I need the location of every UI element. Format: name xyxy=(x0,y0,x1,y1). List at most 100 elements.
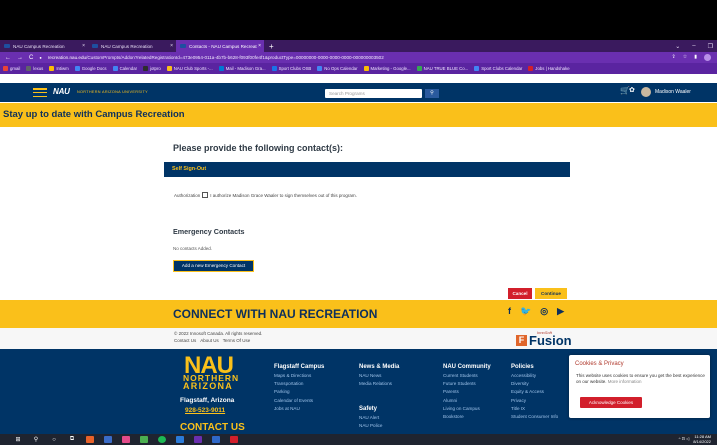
forward-icon[interactable]: → xyxy=(17,55,23,61)
footer-link[interactable]: NAU Alert xyxy=(359,414,383,422)
footer-link[interactable]: Bookstore xyxy=(443,413,491,421)
bookmark-item[interactable]: Google Docs xyxy=(74,66,107,71)
banner-title: Stay up to date with Campus Recreation xyxy=(3,109,185,120)
contact-us-link[interactable]: Contact Us xyxy=(174,338,196,343)
sidebar-icon[interactable]: ▮ xyxy=(694,54,697,61)
tray-clock[interactable]: 11:28 AM 8/14/2022 xyxy=(693,434,711,444)
search-icon[interactable]: ⚲ xyxy=(425,89,439,98)
maximize-icon[interactable]: ❐ xyxy=(708,43,713,50)
search-icon[interactable]: ⚲ xyxy=(32,436,40,443)
bookmark-icon xyxy=(49,66,55,71)
bookmark-item[interactable]: Marketing - Google... xyxy=(363,66,411,71)
share-icon[interactable]: ⇪ xyxy=(672,54,676,61)
chrome-icon[interactable] xyxy=(194,436,202,443)
footer-link[interactable]: Calendar of Events xyxy=(274,397,324,405)
user-avatar[interactable] xyxy=(641,87,651,97)
footer-link[interactable]: Title IX xyxy=(511,405,558,413)
footer-link[interactable]: Equity & Access xyxy=(511,388,558,396)
bookmark-star-icon[interactable]: ☆ xyxy=(683,54,687,61)
footer-link[interactable]: Privacy xyxy=(511,397,558,405)
bookmark-item[interactable]: Jobs | Handshake xyxy=(528,66,570,71)
continue-button[interactable]: Continue xyxy=(535,288,567,299)
browser-tab[interactable]: NAU Campus Recreation × xyxy=(0,40,88,52)
notification-icon[interactable]: ✿ xyxy=(629,86,635,94)
close-tab-icon[interactable]: × xyxy=(258,43,261,49)
bookmark-icon xyxy=(26,66,32,71)
windows-start-icon[interactable]: ⊞ xyxy=(14,436,22,443)
app-icon[interactable] xyxy=(86,436,94,443)
app-icon[interactable] xyxy=(230,436,238,443)
footer-link[interactable]: Parents xyxy=(443,388,491,396)
browser-tab-active[interactable]: Contacts - NAU Campus Recreat × xyxy=(176,40,264,52)
footer-link[interactable]: NAU News xyxy=(359,372,399,380)
instagram-icon[interactable]: ◎ xyxy=(540,306,548,317)
bookmark-icon xyxy=(166,66,172,71)
footer-contact-us[interactable]: CONTACT US xyxy=(180,422,245,433)
cortana-icon[interactable]: ○ xyxy=(50,437,58,443)
nau-favicon-icon xyxy=(92,44,98,48)
hamburger-menu-icon[interactable] xyxy=(33,88,47,98)
profile-avatar[interactable] xyxy=(704,54,711,61)
bookmark-item[interactable]: Intiwm xyxy=(49,66,69,71)
footer-link[interactable]: Accessibility xyxy=(511,372,558,380)
tab-search-icon[interactable]: ⌄ xyxy=(675,43,680,50)
reload-icon[interactable]: C xyxy=(29,55,33,61)
footer-link[interactable]: Student Consumer Info xyxy=(511,413,558,421)
user-name[interactable]: Madison Waaler xyxy=(655,89,691,95)
footer-link[interactable]: Jobs at NAU xyxy=(274,405,324,413)
bookmark-icon xyxy=(112,66,118,71)
footer-phone[interactable]: 928-523-9011 xyxy=(185,407,225,414)
url-field[interactable]: recreation.nau.edu/CustomPrompts/Addon?r… xyxy=(48,55,518,60)
bookmark-item[interactable]: Mail - Madison Gra... xyxy=(218,66,266,71)
new-tab-button[interactable]: + xyxy=(264,42,279,51)
footer-links: Contact Us About Us Terms Of Use xyxy=(174,338,250,343)
bookmark-item[interactable]: Sport Clubs OSB xyxy=(271,66,311,71)
bookmark-item[interactable]: No Ops Calendar xyxy=(317,66,358,71)
cookie-title: Cookies & Privacy xyxy=(575,361,624,367)
about-us-link[interactable]: About Us xyxy=(200,338,219,343)
spotify-icon[interactable] xyxy=(158,436,166,443)
app-icon[interactable] xyxy=(140,436,148,443)
bookmark-item[interactable]: NAU Club Sports -... xyxy=(166,66,213,71)
footer-link[interactable]: Transportation xyxy=(274,380,324,388)
bookmark-item[interactable]: jotpro xyxy=(143,66,161,71)
tray-icons[interactable]: ^ ⊡ ◁ xyxy=(679,437,690,442)
app-icon[interactable] xyxy=(212,436,220,443)
facebook-icon[interactable]: f xyxy=(508,306,511,317)
cancel-button[interactable]: Cancel xyxy=(508,288,532,299)
back-icon[interactable]: ← xyxy=(5,55,11,61)
footer-link[interactable]: Diversity xyxy=(511,380,558,388)
bookmark-item[interactable]: lexus xyxy=(26,66,43,71)
app-icon[interactable] xyxy=(122,436,130,443)
footer-link[interactable]: Parking xyxy=(274,388,324,396)
bookmark-icon xyxy=(363,66,369,71)
bookmark-item[interactable]: NAU TRUE BLUE Co... xyxy=(416,66,468,71)
footer-link[interactable]: NAU Police xyxy=(359,422,383,430)
bookmark-item[interactable]: Sport Clubs Calendar xyxy=(474,66,522,71)
close-tab-icon[interactable]: × xyxy=(82,43,85,49)
close-tab-icon[interactable]: × xyxy=(170,43,173,49)
footer-link[interactable]: Media Relations xyxy=(359,380,399,388)
authorization-checkbox[interactable] xyxy=(202,192,209,198)
youtube-icon[interactable]: ▶ xyxy=(557,306,564,317)
footer-link[interactable]: Current Students xyxy=(443,372,491,380)
self-signout-title: Self Sign-Out xyxy=(172,166,207,172)
file-explorer-icon[interactable] xyxy=(104,436,112,443)
nau-logo[interactable]: NAU xyxy=(53,87,70,96)
bookmark-item[interactable]: Calendar xyxy=(112,66,137,71)
footer-link[interactable]: Maps & Directions xyxy=(274,372,324,380)
footer-link[interactable]: Alumni xyxy=(443,397,491,405)
terms-link[interactable]: Terms Of Use xyxy=(223,338,251,343)
search-programs-input[interactable]: Search Programs xyxy=(325,89,422,98)
app-icon[interactable] xyxy=(176,436,184,443)
browser-tab[interactable]: NAU Campus Recreation × xyxy=(88,40,176,52)
task-view-icon[interactable]: ⧉ xyxy=(68,436,76,443)
minimize-icon[interactable]: – xyxy=(692,43,695,49)
twitter-icon[interactable]: 🐦 xyxy=(520,306,531,317)
acknowledge-cookies-button[interactable]: Acknowledge Cookies xyxy=(580,397,642,408)
footer-link[interactable]: Future Students xyxy=(443,380,491,388)
add-emergency-contact-button[interactable]: Add a new Emergency Contact xyxy=(173,260,254,272)
more-information-link[interactable]: More information xyxy=(608,379,642,384)
bookmark-item[interactable]: gmail xyxy=(3,66,20,71)
footer-link[interactable]: Living on Campus xyxy=(443,405,491,413)
